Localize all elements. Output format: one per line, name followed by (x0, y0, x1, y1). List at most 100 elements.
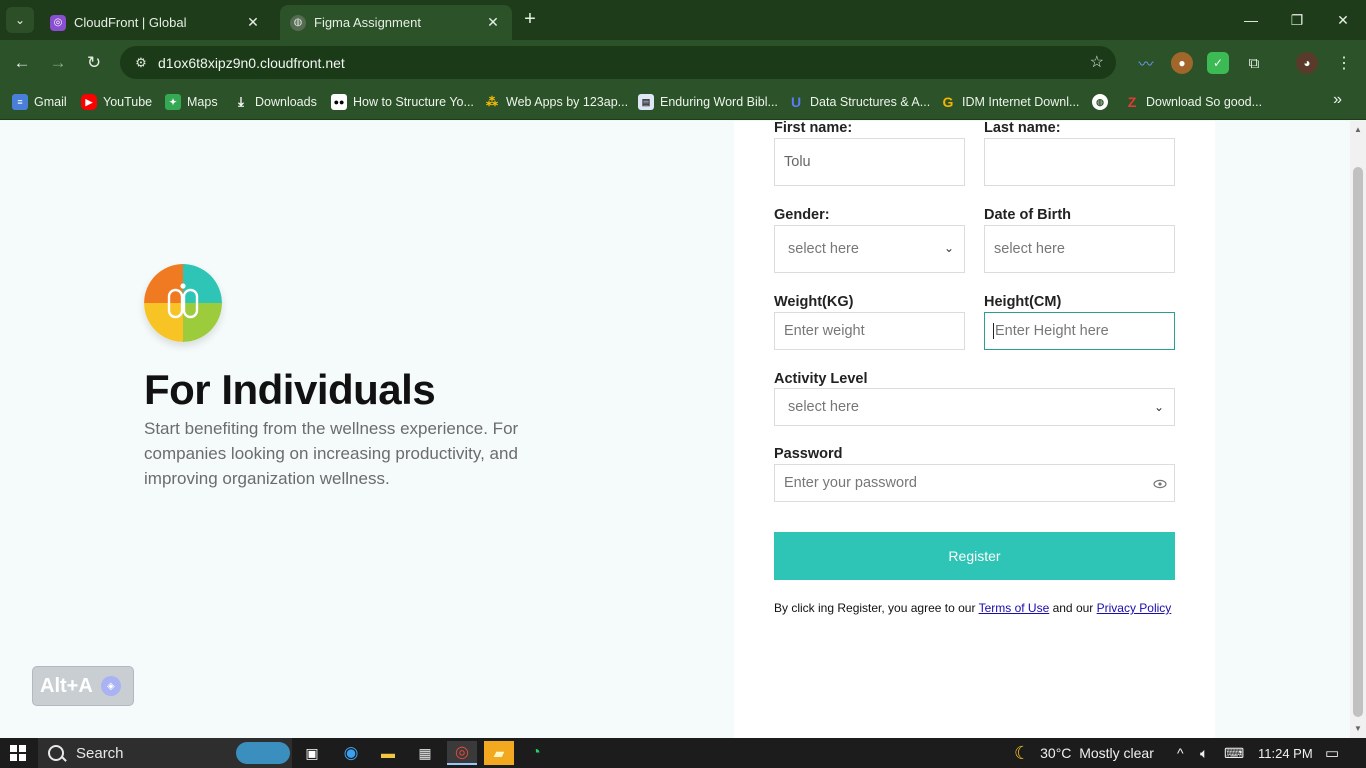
more-bookmarks-icon[interactable]: » (1333, 91, 1342, 109)
close-window-button[interactable]: ✕ (1320, 0, 1366, 40)
reload-button[interactable]: ↻ (81, 50, 107, 76)
eye-icon[interactable] (1153, 477, 1167, 491)
activity-level-label: Activity Level (774, 371, 868, 387)
file-explorer-icon[interactable]: ▬ (373, 741, 403, 765)
bookmark-maps[interactable]: ✦ Maps (165, 92, 218, 112)
bookmark-downloads[interactable]: ⤓ Downloads (233, 92, 317, 112)
bookmark-youtube[interactable]: ▶ YouTube (81, 92, 152, 112)
clock[interactable]: 11:24 PM (1258, 738, 1313, 768)
bookmark-globe[interactable]: ◍ (1092, 92, 1114, 112)
z-icon: Z (1127, 94, 1137, 110)
password-label: Password (774, 446, 843, 462)
bookmark-gmail[interactable]: ≡ Gmail (12, 92, 67, 112)
activity-level-select[interactable]: select here ⌄ (774, 388, 1175, 426)
password-input[interactable]: Enter your password (774, 464, 1175, 502)
last-name-input[interactable] (984, 138, 1175, 186)
tab-cloudfront[interactable]: ◎ CloudFront | Global ✕ (40, 5, 272, 40)
extensions-puzzle-icon[interactable]: ⧉ (1243, 52, 1265, 74)
height-placeholder: Enter Height here (995, 323, 1109, 339)
close-tab-icon[interactable]: ✕ (244, 14, 262, 31)
height-input[interactable]: Enter Height here (984, 312, 1175, 350)
text-caret (993, 323, 994, 339)
bookmark-download-so-good[interactable]: Z Download So good... (1124, 92, 1262, 112)
gender-select[interactable]: select here ⌄ (774, 225, 965, 273)
weather-widget[interactable]: ☾ 30°C Mostly clear (1014, 738, 1154, 768)
bookmark-enduring-word[interactable]: ▤ Enduring Word Bibl... (638, 92, 778, 112)
whatsapp-icon[interactable]: ◔ (521, 741, 551, 765)
notifications-icon[interactable]: ▭ (1325, 738, 1339, 768)
bookmark-label: Download So good... (1146, 95, 1263, 109)
tab-search-button[interactable]: ⌄ (6, 7, 34, 33)
tab-strip: ⌄ ◎ CloudFront | Global ✕ ◍ Figma Assign… (0, 0, 1366, 40)
show-hidden-icons[interactable]: ^ (1177, 738, 1184, 768)
volume-icon[interactable]: 🔈︎ (1200, 738, 1208, 768)
edge-icon[interactable]: ◉ (336, 741, 366, 765)
windows-start-icon[interactable] (10, 745, 26, 761)
scroll-down-arrow[interactable]: ▼ (1353, 724, 1363, 733)
moon-cloud-icon: ☾ (1014, 742, 1031, 763)
windows-taskbar: Search ▣ ◉ ▬ ▦ ◎ ▰ ◔ ☾ 30°C Mostly clear… (0, 738, 1366, 768)
tab-figma-assignment[interactable]: ◍ Figma Assignment ✕ (280, 5, 512, 40)
bookmark-web-apps[interactable]: ⁂ Web Apps by 123ap... (484, 92, 628, 112)
new-tab-button[interactable]: + (518, 8, 542, 32)
extension-shield-icon[interactable]: ✓ (1207, 52, 1229, 74)
dob-input[interactable]: select here (984, 225, 1175, 273)
taskbar-search[interactable]: Search (38, 738, 292, 768)
gmail-icon: ≡ (12, 94, 28, 110)
terms-mid: and our (1049, 601, 1097, 615)
extension-wave-icon[interactable]: 〰 (1135, 52, 1157, 74)
extension-cookie-icon[interactable]: ● (1171, 52, 1193, 74)
task-view-icon[interactable]: ▣ (297, 741, 327, 765)
terms-prefix: By click ing Register, you agree to our (774, 601, 979, 615)
forward-button[interactable]: → (45, 50, 71, 76)
bookmark-label: Enduring Word Bibl... (660, 95, 778, 109)
medium-icon: ●● (331, 94, 347, 110)
google-icon: G (942, 94, 954, 110)
chevron-down-icon: ⌄ (943, 241, 954, 255)
address-bar[interactable]: ⚙ d1ox6t8xipz9n0.cloudfront.net ☆ (120, 46, 1116, 79)
weight-input[interactable]: Enter weight (774, 312, 965, 350)
profile-avatar[interactable]: ◕ (1296, 52, 1318, 74)
sticky-notes-icon[interactable]: ▰ (484, 741, 514, 765)
bookmark-label: Gmail (34, 95, 67, 109)
bookmark-label: IDM Internet Downl... (962, 95, 1080, 109)
book-icon: ▤ (638, 94, 654, 110)
scrollbar-thumb[interactable] (1353, 167, 1363, 717)
terms-notice: By click ing Register, you agree to our … (774, 601, 1171, 615)
store-icon[interactable]: ▦ (410, 741, 440, 765)
bookmark-idm[interactable]: G IDM Internet Downl... (940, 92, 1080, 112)
scroll-up-arrow[interactable]: ▲ (1353, 125, 1363, 134)
page-scrollbar[interactable]: ▲ ▼ (1350, 121, 1366, 738)
taskbar-search-label: Search (76, 744, 124, 762)
gender-value: select here (788, 241, 859, 257)
chrome-icon[interactable]: ◎ (447, 741, 477, 765)
url-text: d1ox6t8xipz9n0.cloudfront.net (158, 54, 345, 71)
dob-label: Date of Birth (984, 207, 1071, 223)
first-name-input[interactable]: Tolu (774, 138, 965, 186)
alt-a-shortcut-badge[interactable]: Alt+A ◈ (32, 666, 134, 706)
back-button[interactable]: ← (9, 50, 35, 76)
logo-icon (144, 264, 222, 342)
hero-description: Start benefiting from the wellness exper… (144, 419, 519, 488)
privacy-policy-link[interactable]: Privacy Policy (1097, 601, 1172, 615)
site-info-icon[interactable]: ⚙ (126, 55, 156, 71)
minimize-button[interactable]: — (1228, 0, 1274, 40)
bookmark-data-structures[interactable]: U Data Structures & A... (788, 92, 930, 112)
close-tab-icon[interactable]: ✕ (484, 14, 502, 31)
terms-of-use-link[interactable]: Terms of Use (979, 601, 1050, 615)
tab-title: Figma Assignment (314, 15, 421, 30)
registration-form: First name: Last name: Tolu Gender: Date… (734, 121, 1215, 738)
keyboard-icon[interactable]: ⌨ (1224, 738, 1244, 768)
browser-toolbar: ← → ↻ ⚙ d1ox6t8xipz9n0.cloudfront.net ☆ … (0, 40, 1366, 85)
register-button[interactable]: Register (774, 532, 1175, 580)
first-name-label: First name: (774, 121, 853, 136)
weather-text: 30°C Mostly clear (1040, 745, 1154, 761)
restore-button[interactable]: ❐ (1274, 0, 1320, 40)
gender-label: Gender: (774, 207, 830, 223)
weight-label: Weight(KG) (774, 294, 854, 310)
bookmark-how-to-structure[interactable]: ●● How to Structure Yo... (331, 92, 474, 112)
bookmark-label: Web Apps by 123ap... (506, 95, 629, 109)
bookmark-star-icon[interactable]: ☆ (1090, 52, 1104, 72)
bookmarks-bar: ≡ Gmail ▶ YouTube ✦ Maps ⤓ Downloads ●● … (0, 85, 1366, 120)
browser-menu-icon[interactable]: ⋮ (1333, 52, 1355, 74)
